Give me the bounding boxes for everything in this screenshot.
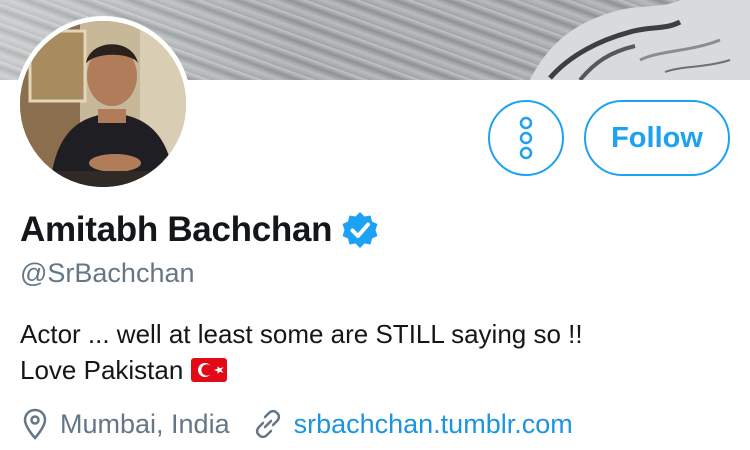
bio-line-1: Actor ... well at least some are STILL s… <box>20 319 583 349</box>
verified-badge-icon <box>342 212 378 248</box>
location-pin-icon <box>23 408 47 440</box>
name-row: Amitabh Bachchan <box>20 210 380 250</box>
username-handle: @SrBachchan <box>20 258 195 288</box>
profile-location: Mumbai, India <box>60 408 230 439</box>
profile-meta-row: Mumbai, India srbachchan.tumblr.com <box>22 408 573 440</box>
link-icon <box>255 409 280 439</box>
profile-avatar[interactable] <box>15 16 191 192</box>
turkey-flag-icon <box>191 358 228 382</box>
bio-line-2: Love Pakistan <box>20 352 583 388</box>
profile-website-link[interactable]: srbachchan.tumblr.com <box>294 409 573 440</box>
profile-bio: Actor ... well at least some are STILL s… <box>20 316 583 388</box>
follow-button-label: Follow <box>611 121 703 154</box>
more-vertical-icon <box>519 116 533 160</box>
more-options-button[interactable] <box>488 100 564 176</box>
avatar-photo <box>20 21 186 187</box>
bio-line-2-text: Love Pakistan <box>20 355 184 385</box>
follow-button[interactable]: Follow <box>584 100 730 176</box>
display-name: Amitabh Bachchan <box>20 210 333 249</box>
banner-artwork <box>530 0 750 80</box>
